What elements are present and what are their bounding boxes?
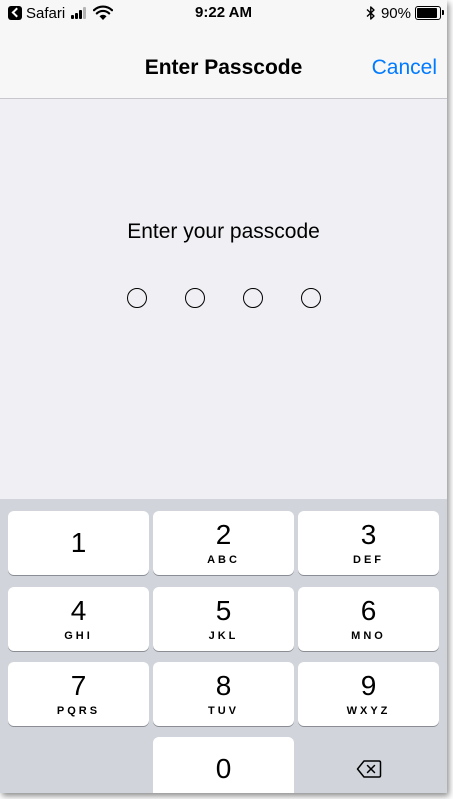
key-letters: DEF [353,554,384,566]
key-digit: 6 [360,595,377,626]
passcode-dot [300,288,321,308]
passcode-dot [242,288,263,308]
key-letters: ABC [207,554,240,566]
passcode-dot [126,288,147,308]
key-2[interactable]: 2 ABC [153,511,294,575]
passcode-screen: Safari 9:22 AM 90% Enter Passcode Cancel… [0,0,447,793]
numeric-keypad: 1 2 ABC 3 DEF 4 GHI 5 JKL 6 MNO 7 PQRS 8 TUV 9 WXYZ 0 [0,499,447,793]
backspace-icon [356,760,381,778]
key-5[interactable]: 5 JKL [153,587,294,651]
passcode-dot [184,288,205,308]
key-digit: 4 [70,595,87,626]
key-letters: JKL [208,630,239,642]
key-letters: WXYZ [346,705,391,717]
key-letters: PQRS [56,705,101,717]
battery-fill [417,8,437,18]
key-digit: 0 [215,753,232,784]
key-9[interactable]: 9 WXYZ [298,662,439,726]
key-1[interactable]: 1 [8,511,149,575]
key-7[interactable]: 7 PQRS [8,662,149,726]
key-digit: 8 [215,670,232,701]
bluetooth-icon [366,6,375,20]
battery-icon [415,6,444,20]
key-digit: 5 [215,595,232,626]
key-0[interactable]: 0 [153,737,294,793]
key-digit: 3 [360,519,377,550]
key-letters: GHI [64,630,93,642]
key-8[interactable]: 8 TUV [153,662,294,726]
nav-bar: Enter Passcode Cancel [0,26,447,99]
delete-button[interactable] [298,737,439,793]
status-right: 90% [366,4,444,22]
passcode-prompt: Enter your passcode [127,220,320,243]
key-digit: 9 [360,670,377,701]
key-digit: 7 [70,670,87,701]
key-digit: 2 [215,519,232,550]
key-letters: MNO [351,630,386,642]
key-6[interactable]: 6 MNO [298,587,439,651]
battery-percent: 90% [380,4,411,22]
key-3[interactable]: 3 DEF [298,511,439,575]
cancel-button[interactable]: Cancel [372,56,437,80]
key-4[interactable]: 4 GHI [8,587,149,651]
passcode-dots [0,288,447,308]
status-bar: Safari 9:22 AM 90% [0,0,447,26]
key-digit: 1 [70,527,87,558]
key-letters: TUV [208,705,239,717]
